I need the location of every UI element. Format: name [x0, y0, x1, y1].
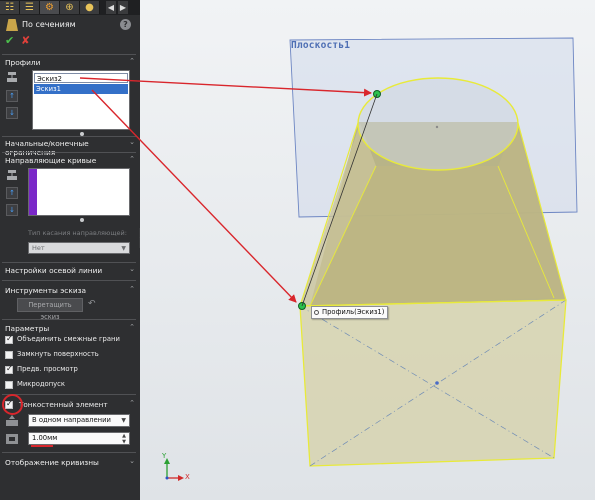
plane-label[interactable]: Плоскость1: [291, 40, 350, 51]
profile-tag[interactable]: Профиль(Эскиз1): [311, 306, 389, 319]
model-scene: [79, 37, 578, 481]
coordinate-triad: [164, 458, 184, 481]
top-circle-profile[interactable]: [357, 77, 519, 171]
triad-x-label: X: [185, 473, 190, 481]
annotation-arrow-sketch1: [91, 89, 297, 303]
profile-tag-text: Профиль(Эскиз1): [322, 308, 385, 316]
triad-y-label: Y: [162, 452, 167, 460]
profile-tag-icon: [314, 310, 319, 315]
